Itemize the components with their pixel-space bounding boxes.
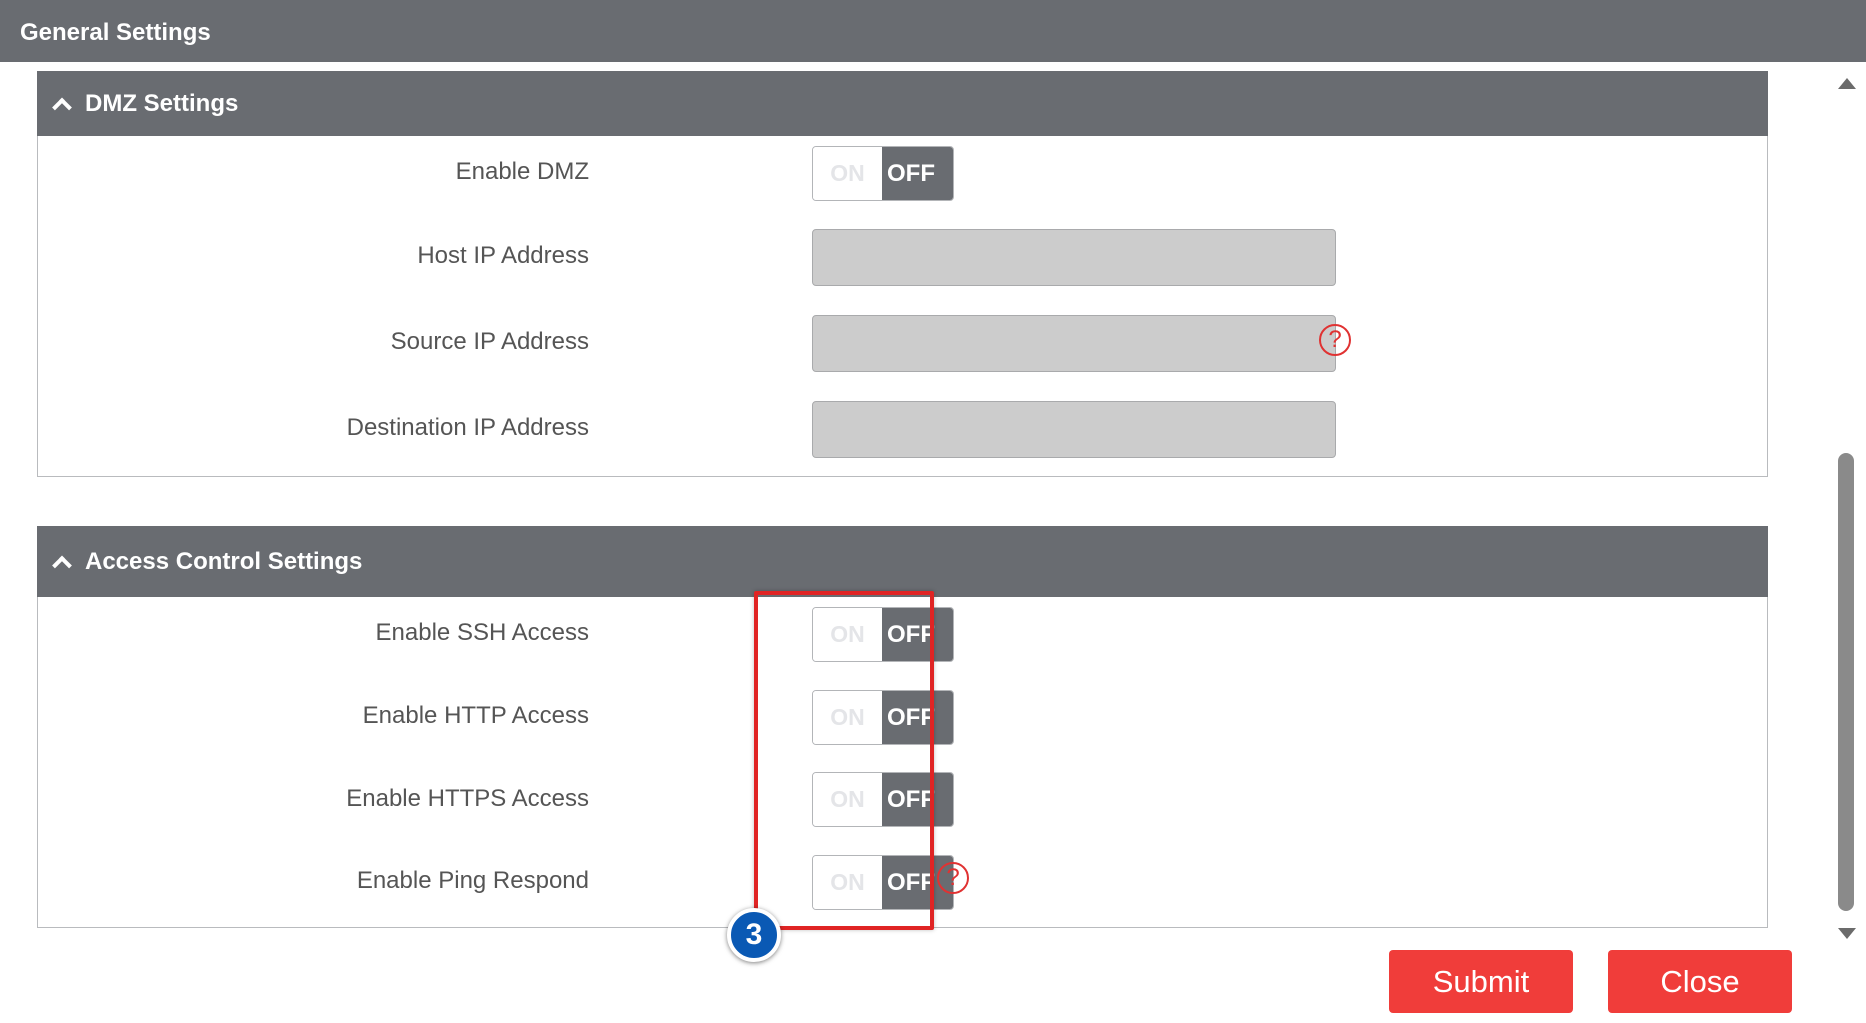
chevron-up-icon bbox=[52, 97, 72, 117]
ssh-access-label: Enable SSH Access bbox=[375, 619, 589, 646]
https-access-label: Enable HTTPS Access bbox=[346, 785, 589, 812]
host-ip-label: Host IP Address bbox=[417, 242, 589, 269]
source-ip-help-icon[interactable]: ? bbox=[1319, 324, 1351, 356]
enable-dmz-toggle[interactable]: ON OFF bbox=[812, 146, 954, 201]
access-control-section-header[interactable]: Access Control Settings bbox=[37, 526, 1768, 597]
ping-respond-help-icon[interactable]: ? bbox=[937, 862, 969, 894]
submit-button[interactable]: Submit bbox=[1389, 950, 1573, 1013]
highlight-box bbox=[754, 591, 934, 930]
dmz-section-body: Enable DMZ ON OFF Host IP Address Source… bbox=[37, 136, 1768, 477]
dmz-section-header[interactable]: DMZ Settings bbox=[37, 71, 1768, 136]
access-control-section-title: Access Control Settings bbox=[85, 548, 363, 575]
triangle-down-icon[interactable] bbox=[1838, 928, 1856, 939]
host-ip-field[interactable] bbox=[812, 229, 1336, 286]
dialog-title: General Settings bbox=[0, 0, 1866, 62]
destination-ip-field[interactable] bbox=[812, 401, 1336, 458]
source-ip-field[interactable] bbox=[812, 315, 1336, 372]
scrollbar-thumb[interactable] bbox=[1838, 453, 1854, 911]
general-settings-dialog: General Settings DMZ Settings Enable DMZ… bbox=[0, 0, 1866, 1023]
http-access-label: Enable HTTP Access bbox=[362, 702, 589, 729]
step-number-badge: 3 bbox=[727, 908, 781, 962]
close-button[interactable]: Close bbox=[1608, 950, 1792, 1013]
toggle-on-label: ON bbox=[813, 147, 882, 200]
enable-dmz-label: Enable DMZ bbox=[455, 158, 589, 185]
chevron-up-icon bbox=[52, 555, 72, 575]
triangle-up-icon[interactable] bbox=[1838, 78, 1856, 89]
ping-respond-label: Enable Ping Respond bbox=[356, 867, 589, 894]
source-ip-label: Source IP Address bbox=[390, 328, 589, 355]
destination-ip-label: Destination IP Address bbox=[346, 414, 589, 441]
toggle-off-label: OFF bbox=[882, 147, 953, 200]
dmz-section-title: DMZ Settings bbox=[85, 90, 239, 117]
